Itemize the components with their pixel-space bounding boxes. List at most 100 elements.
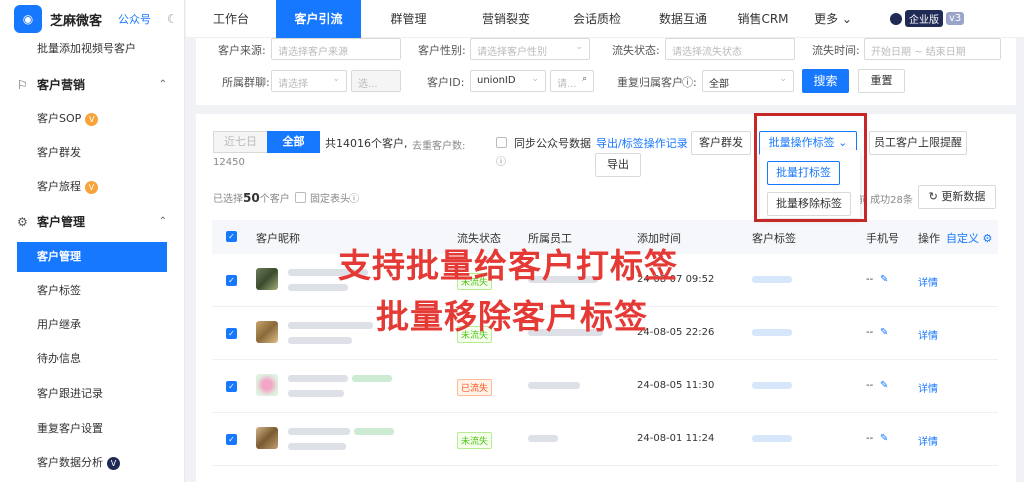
limit-reminder-button[interactable]: 员工客户上限提醒 (869, 131, 967, 155)
sidebar-item-customer-management[interactable]: 客户管理 (17, 242, 167, 272)
reset-button[interactable]: 重置 (858, 69, 905, 93)
export-records-link[interactable]: 导出/标签操作记录 (596, 135, 688, 151)
row-checkbox[interactable]: ✓ (226, 434, 237, 445)
edit-phone-icon[interactable]: ✎ (880, 380, 888, 391)
sidebar-item-customer-broadcast[interactable]: 客户群发 (17, 138, 167, 168)
repeat-customer-value: 全部 (709, 79, 729, 90)
source-placeholder: 请选择客户来源 (278, 47, 348, 58)
chevron-down-icon: ⌄ (332, 74, 340, 84)
detail-link[interactable]: 详情 (918, 327, 938, 342)
refresh-label: 更新数据 (941, 190, 986, 203)
group-chat-select-2[interactable]: 选... (351, 70, 401, 92)
edition-label: 企业版 (905, 10, 943, 27)
settings-icon: ⚙ (982, 232, 993, 245)
group-send-button[interactable]: 客户群发 (691, 131, 751, 155)
detail-link[interactable]: 详情 (918, 380, 938, 395)
sidebar-item-user-inheritance[interactable]: 用户继承 (17, 310, 167, 340)
sidebar-item-label: 客户数据分析 (37, 456, 103, 469)
help-icon[interactable]: ⓘ (496, 153, 506, 168)
customer-id-input[interactable]: 请... ⌕ (550, 70, 594, 92)
chevron-down-icon: ⌄ (575, 42, 583, 52)
sidebar-item-label: 客户SOP (37, 112, 82, 125)
search-button[interactable]: 搜索 (802, 69, 849, 93)
sidebar-item-duplicate-settings[interactable]: 重复客户设置 (17, 414, 167, 444)
fixed-header-checkbox[interactable] (295, 192, 306, 203)
sidebar-item-add-video-customers[interactable]: 批量添加视频号客户 (17, 34, 167, 64)
churn-time-label: 流失时间: (812, 44, 860, 57)
nav-customer-acquisition[interactable]: 客户引流 (276, 0, 361, 38)
row-checkbox[interactable]: ✓ (226, 275, 237, 286)
sidebar-item-follow-up-records[interactable]: 客户跟进记录 (17, 379, 167, 409)
customize-label: 自定义 (946, 232, 979, 245)
repeat-customer-select[interactable]: 全部 ⌄ (702, 70, 794, 92)
highlight-box (754, 113, 867, 222)
refresh-icon: ↻ (928, 190, 938, 203)
nav-workbench[interactable]: 工作台 (186, 0, 276, 38)
selected-count: 50 (243, 191, 260, 205)
group-chat-select[interactable]: 请选择 ⌄ (271, 70, 347, 92)
edit-phone-icon[interactable]: ✎ (880, 327, 888, 338)
filter-last-7-days[interactable]: 近七日 (213, 131, 267, 153)
nav-more-menu[interactable]: 更多 ⌄ (798, 0, 868, 38)
group-chat-placeholder-2: 选... (358, 79, 378, 90)
source-label: 客户来源: (218, 44, 266, 57)
customize-columns-link[interactable]: 自定义 ⚙ (946, 230, 992, 246)
gender-label: 客户性别: (418, 44, 466, 57)
edit-phone-icon[interactable]: ✎ (880, 433, 888, 444)
nav-marketing-fission[interactable]: 营销裂变 (456, 0, 556, 38)
sidebar-group-customer-marketing[interactable]: ⚐ 客户营销 ⌃ (17, 70, 167, 100)
refresh-data-button[interactable]: ↻ 更新数据 (918, 185, 996, 209)
churn-status-select[interactable]: 请选择流失状态 (665, 38, 795, 60)
source-select[interactable]: 请选择客户来源 (271, 38, 401, 60)
avatar (256, 321, 278, 343)
sidebar-item-data-analysis[interactable]: 客户数据分析 V (17, 448, 167, 478)
detail-link[interactable]: 详情 (918, 433, 938, 448)
chevron-up-icon: ⌃ (158, 79, 167, 90)
col-phone: 手机号 (866, 232, 899, 245)
nav-group-management[interactable]: 群管理 (361, 0, 456, 38)
sidebar-item-todo[interactable]: 待办信息 (17, 344, 167, 374)
nav-data-sync[interactable]: 数据互通 (638, 0, 728, 38)
row-checkbox[interactable]: ✓ (226, 328, 237, 339)
account-type-switch[interactable]: 公众号 (118, 11, 151, 27)
edition-logo-icon (890, 12, 902, 25)
row-checkbox[interactable]: ✓ (226, 381, 237, 392)
nav-sales-crm[interactable]: 销售CRM (728, 0, 798, 38)
gender-select[interactable]: 请选择客户性别 ⌄ (470, 38, 590, 60)
caption-line-1: 支持批量给客户打标签 (338, 246, 678, 285)
sidebar-item-customer-tags[interactable]: 客户标签 (17, 276, 167, 306)
blurred-tag (752, 382, 792, 389)
sync-checkbox[interactable] (496, 137, 507, 148)
app-logo-icon: ◉ (14, 5, 42, 33)
table-row[interactable]: ✓ 未流失 24-08-01 11:24 -- ✎ 详情 (212, 413, 998, 466)
blurred-tag-green (352, 375, 392, 382)
gender-placeholder: 请选择客户性别 (477, 47, 547, 58)
sidebar-group-label: 客户管理 (37, 215, 86, 229)
sidebar-item-customer-journey[interactable]: 客户旅程 V (17, 172, 167, 202)
top-navigation: 工作台 客户引流 群管理 营销裂变 会话质检 数据互通 销售CRM 更多 ⌄ 企… (186, 0, 1024, 38)
chevron-up-icon: ⌃ (158, 216, 167, 227)
help-icon[interactable]: ⓘ (349, 190, 359, 205)
edit-phone-icon[interactable]: ✎ (880, 274, 888, 285)
sidebar-item-customer-sop[interactable]: 客户SOP V (17, 104, 167, 134)
status-badge: 已流失 (457, 379, 493, 396)
theme-toggle-icon[interactable]: ☾ (167, 12, 178, 26)
detail-link[interactable]: 详情 (918, 274, 938, 289)
avatar (256, 374, 278, 396)
sidebar-group-customer-management[interactable]: ⚙ 客户管理 ⌃ (17, 207, 167, 237)
blurred-tag (752, 329, 792, 336)
help-icon[interactable]: ⓘ: (682, 74, 697, 90)
nav-session-qa[interactable]: 会话质检 (556, 0, 638, 38)
filter-panel: 客户来源: 请选择客户来源 客户性别: 请选择客户性别 ⌄ 流失状态: 请选择流失… (196, 38, 1016, 105)
brand-row: ◉ 芝麻微客 公众号 ☾ (0, 0, 184, 38)
phone-value: -- (866, 380, 874, 391)
total-customers: 共14016个客户, (325, 137, 408, 150)
table-row[interactable]: ✓ 已流失 24-08-05 11:30 -- ✎ 详情 (212, 360, 998, 413)
id-type-select[interactable]: unionID ⌄ (470, 70, 546, 92)
select-all-checkbox[interactable]: ✓ (226, 231, 237, 242)
phone-value: -- (866, 274, 874, 285)
churn-date-range[interactable]: 开始日期 ~ 结束日期 (864, 38, 1001, 60)
export-button[interactable]: 导出 (595, 153, 641, 177)
repeat-customer-label: 重复归属客户 (617, 76, 683, 89)
filter-all[interactable]: 全部 (267, 131, 320, 153)
